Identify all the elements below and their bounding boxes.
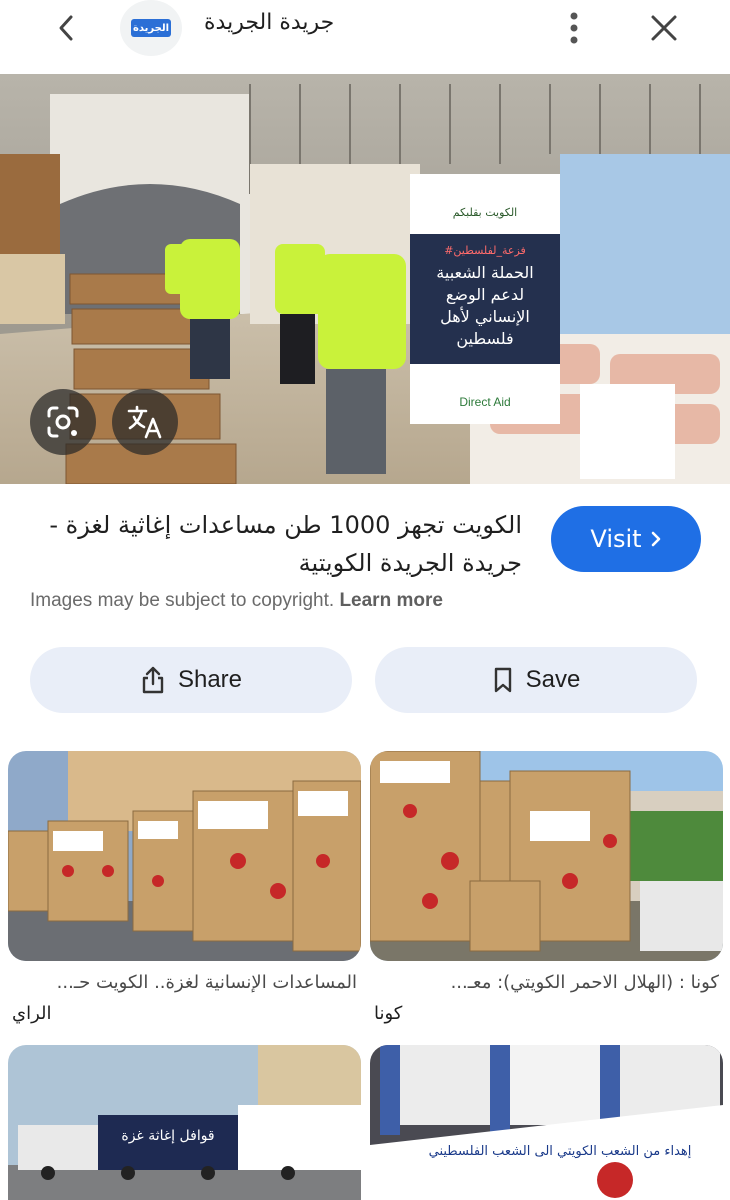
share-icon — [142, 666, 164, 694]
related-image-3[interactable]: قوافل إغاثة غزة — [8, 1045, 361, 1200]
learn-more-link[interactable]: Learn more — [339, 590, 442, 611]
result-title-line-2: جريدة الجريدة الكويتية — [298, 549, 522, 577]
close-button[interactable] — [644, 8, 684, 48]
aid-trucks-photo: قوافل إغاثة غزة — [8, 1045, 361, 1200]
banner-line-1: #فزعة_لفلسطين — [444, 244, 526, 257]
related-source-2[interactable]: كونا — [374, 1003, 719, 1024]
banner-line-4: الإنساني لأهل — [440, 306, 530, 327]
banner-line-2: الحملة الشعبية — [436, 263, 533, 282]
bookmark-icon — [494, 667, 511, 693]
related-image-1[interactable] — [8, 751, 361, 961]
translate-icon — [127, 405, 162, 439]
close-icon — [651, 15, 677, 41]
visit-label: Visit — [590, 525, 642, 553]
banner-sponsor: Direct Aid — [459, 395, 510, 409]
visit-button[interactable]: Visit — [551, 506, 701, 572]
chevron-right-icon — [651, 531, 660, 547]
top-bar: الجريدة جريدة الجريدة — [0, 0, 730, 74]
share-label: Share — [177, 666, 243, 693]
result-title-line-1: الكويت تجهز 1000 طن مساعدات إغاثية لغزة … — [49, 511, 522, 539]
related-overlay-4: إهداء من الشعب الكويتي الى الشعب الفلسطي… — [429, 1144, 692, 1159]
save-button[interactable]: Save — [375, 647, 697, 713]
related-overlay-3: قوافل إغاثة غزة — [121, 1128, 214, 1144]
more-options-button[interactable] — [556, 8, 592, 48]
aid-banner-truck-photo: إهداء من الشعب الكويتي الى الشعب الفلسطي… — [370, 1045, 723, 1200]
copyright-notice: Images may be subject to copyright. Lear… — [30, 590, 443, 612]
banner-text-overlay: الكويت بقلبكم #فزعة_لفلسطين الحملة الشعب… — [436, 206, 533, 409]
banner-line-0: الكويت بقلبكم — [453, 206, 518, 219]
related-caption-1[interactable]: المساعدات الإنسانية لغزة.. الكويت حـ... — [12, 972, 357, 993]
banner-line-3: لدعم الوضع — [446, 285, 524, 305]
result-title[interactable]: الكويت تجهز 1000 طن مساعدات إغاثية لغزة … — [22, 506, 522, 582]
main-image[interactable]: الكويت بقلبكم #فزعة_لفلسطين الحملة الشعب… — [0, 74, 730, 484]
google-lens-button[interactable] — [30, 389, 96, 455]
related-image-2[interactable] — [370, 751, 723, 961]
lens-icon — [47, 406, 79, 438]
site-name[interactable]: جريدة الجريدة — [204, 10, 334, 35]
save-label: Save — [525, 666, 581, 693]
copyright-text: Images may be subject to copyright. — [30, 590, 335, 611]
related-source-1[interactable]: الراي — [12, 1003, 357, 1024]
aid-boxes-photo — [8, 751, 361, 961]
related-image-4[interactable]: إهداء من الشعب الكويتي الى الشعب الفلسطي… — [370, 1045, 723, 1200]
translate-button[interactable] — [112, 389, 178, 455]
related-caption-2[interactable]: كونا : (الهلال الاحمر الكويتي): معـ... — [374, 972, 719, 993]
share-button[interactable]: Share — [30, 647, 352, 713]
chevron-left-icon — [59, 15, 73, 41]
logo-text: الجريدة — [131, 19, 171, 37]
site-logo[interactable]: الجريدة — [120, 0, 182, 56]
aid-pallets-photo — [370, 751, 723, 961]
more-vert-icon — [570, 12, 578, 44]
back-button[interactable] — [48, 10, 84, 46]
banner-line-5: فلسطين — [456, 329, 513, 349]
warehouse-photo — [0, 74, 730, 484]
